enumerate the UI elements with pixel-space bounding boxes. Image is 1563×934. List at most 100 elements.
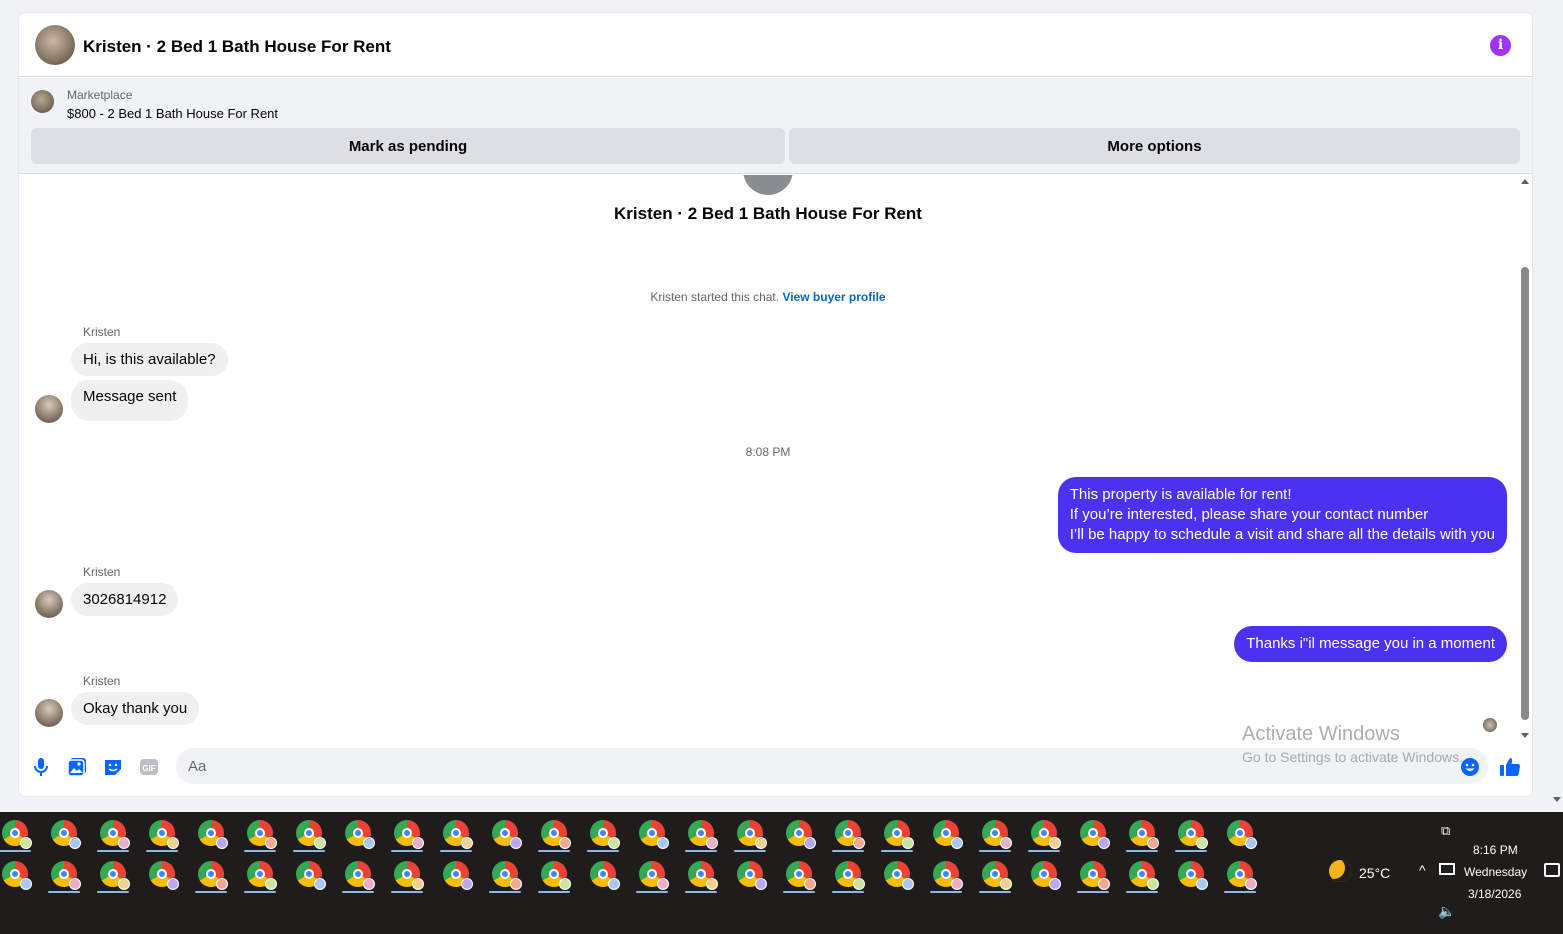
taskbar-browser-icon[interactable] — [688, 820, 718, 849]
taskbar-browser-icon[interactable] — [492, 820, 522, 849]
taskbar-browser-icon[interactable] — [884, 861, 914, 890]
chat-title[interactable]: Kristen · 2 Bed 1 Bath House For Rent — [83, 37, 391, 57]
meet-now-icon[interactable]: ⧉ — [1441, 823, 1450, 839]
running-indicator — [538, 850, 570, 852]
scroll-down-arrow-icon[interactable] — [1521, 733, 1529, 738]
message-bubble-incoming[interactable]: Okay thank you — [71, 692, 200, 725]
show-hidden-icons-chevron-icon[interactable]: ^ — [1419, 862, 1426, 878]
taskbar-browser-icon[interactable] — [982, 861, 1012, 890]
taskbar-browser-icon[interactable] — [198, 861, 228, 890]
running-indicator — [1126, 850, 1158, 852]
taskbar-browser-icon[interactable] — [1031, 820, 1061, 849]
taskbar-browser-icon[interactable] — [443, 861, 473, 890]
taskbar-browser-icon[interactable] — [394, 861, 424, 890]
thread-scrollbar[interactable] — [1518, 175, 1532, 743]
taskbar-browser-icon[interactable] — [394, 820, 424, 849]
more-options-button[interactable]: More options — [789, 128, 1520, 164]
profile-badge-icon — [265, 837, 277, 849]
taskbar-browser-icon[interactable] — [100, 861, 130, 890]
listing-thumbnail[interactable] — [31, 90, 54, 113]
weather-icon[interactable] — [1329, 860, 1351, 882]
clock-date[interactable]: 3/18/2026 — [1468, 887, 1521, 901]
microphone-icon[interactable] — [30, 756, 52, 778]
volume-icon[interactable]: 🔈 — [1438, 903, 1455, 920]
avatar[interactable] — [35, 25, 75, 65]
message-bubble-incoming[interactable]: 3026814912 — [71, 583, 179, 616]
taskbar-browser-icon[interactable] — [737, 820, 767, 849]
taskbar-browser-icon[interactable] — [590, 820, 620, 849]
taskbar-browser-icon[interactable] — [296, 820, 326, 849]
network-icon[interactable] — [1439, 863, 1455, 875]
message-bubble-outgoing[interactable]: Thanks i"il message you in a moment — [1234, 626, 1507, 662]
taskbar-browser-icon[interactable] — [590, 861, 620, 890]
like-icon[interactable] — [1499, 756, 1521, 778]
taskbar-browser-icon[interactable] — [247, 820, 277, 849]
taskbar-browser-icon[interactable] — [2, 820, 32, 849]
taskbar-browser-icon[interactable] — [247, 861, 277, 890]
taskbar-browser-icon[interactable] — [541, 820, 571, 849]
message-bubble-outgoing[interactable]: This property is available for rent! If … — [1057, 477, 1507, 553]
taskbar-browser-icon[interactable] — [492, 861, 522, 890]
page-scrollbar[interactable] — [1550, 0, 1563, 812]
sender-avatar[interactable] — [35, 395, 63, 423]
temperature[interactable]: 25°C — [1359, 865, 1390, 881]
taskbar-browser-icon[interactable] — [884, 820, 914, 849]
message-bubble-incoming[interactable]: Hi, is this available? — [71, 343, 228, 376]
taskbar-browser-icon[interactable] — [1227, 820, 1257, 849]
taskbar-browser-icon[interactable] — [933, 820, 963, 849]
taskbar-browser-icon[interactable] — [2, 861, 32, 890]
taskbar-browser-icon[interactable] — [786, 861, 816, 890]
image-icon[interactable] — [66, 756, 88, 778]
taskbar-browser-icon[interactable] — [443, 820, 473, 849]
view-buyer-profile-link[interactable]: View buyer profile — [782, 290, 885, 304]
clock-day[interactable]: Wednesday — [1464, 865, 1527, 879]
taskbar-browser-icon[interactable] — [149, 820, 179, 849]
running-indicator — [881, 850, 913, 852]
taskbar-browser-icon[interactable] — [835, 820, 865, 849]
message-line: This property is available for rent! — [1069, 486, 1292, 503]
mark-as-pending-button[interactable]: Mark as pending — [31, 128, 785, 164]
taskbar-browser-icon[interactable] — [345, 861, 375, 890]
taskbar-browser-icon[interactable] — [541, 861, 571, 890]
taskbar-browser-icon[interactable] — [100, 820, 130, 849]
sender-avatar[interactable] — [35, 590, 63, 618]
message-bubble-incoming[interactable]: Message sent — [71, 380, 189, 421]
taskbar-browser-icon[interactable] — [198, 820, 228, 849]
taskbar-browser-icon[interactable] — [786, 820, 816, 849]
scroll-thumb[interactable] — [1521, 267, 1529, 720]
taskbar-browser-icon[interactable] — [149, 861, 179, 890]
profile-badge-icon — [412, 837, 424, 849]
info-icon[interactable]: i — [1490, 35, 1511, 56]
sender-avatar[interactable] — [35, 699, 63, 727]
listing-title[interactable]: $800 - 2 Bed 1 Bath House For Rent — [67, 106, 278, 121]
taskbar-browser-icon[interactable] — [737, 861, 767, 890]
taskbar-browser-icon[interactable] — [688, 861, 718, 890]
taskbar-browser-icon[interactable] — [1178, 861, 1208, 890]
clock-time[interactable]: 8:16 PM — [1473, 843, 1518, 857]
notification-center-icon[interactable] — [1544, 863, 1560, 877]
taskbar-browser-icon[interactable] — [1031, 861, 1061, 890]
taskbar-browser-icon[interactable] — [296, 861, 326, 890]
taskbar-browser-icon[interactable] — [1227, 861, 1257, 890]
taskbar-browser-icon[interactable] — [639, 820, 669, 849]
taskbar-browser-icon[interactable] — [639, 861, 669, 890]
taskbar-browser-icon[interactable] — [345, 820, 375, 849]
taskbar-browser-icon[interactable] — [51, 820, 81, 849]
running-indicator — [734, 850, 766, 852]
taskbar-browser-icon[interactable] — [1178, 820, 1208, 849]
taskbar-browser-icon[interactable] — [1080, 861, 1110, 890]
taskbar-browser-icon[interactable] — [1129, 820, 1159, 849]
taskbar-browser-icon[interactable] — [933, 861, 963, 890]
sticker-icon[interactable] — [102, 756, 124, 778]
taskbar-browser-icon[interactable] — [982, 820, 1012, 849]
page-scroll-down-arrow-icon[interactable] — [1553, 797, 1561, 802]
profile-badge-icon — [853, 837, 865, 849]
gif-icon[interactable]: GIF — [138, 756, 160, 778]
taskbar-browser-icon[interactable] — [51, 861, 81, 890]
scroll-up-arrow-icon[interactable] — [1521, 179, 1529, 184]
taskbar-browser-icon[interactable] — [1080, 820, 1110, 849]
taskbar-browser-icon[interactable] — [1129, 861, 1159, 890]
chat-started-notice: Kristen started this chat. View buyer pr… — [19, 290, 1517, 304]
profile-badge-icon — [657, 837, 669, 849]
taskbar-browser-icon[interactable] — [835, 861, 865, 890]
